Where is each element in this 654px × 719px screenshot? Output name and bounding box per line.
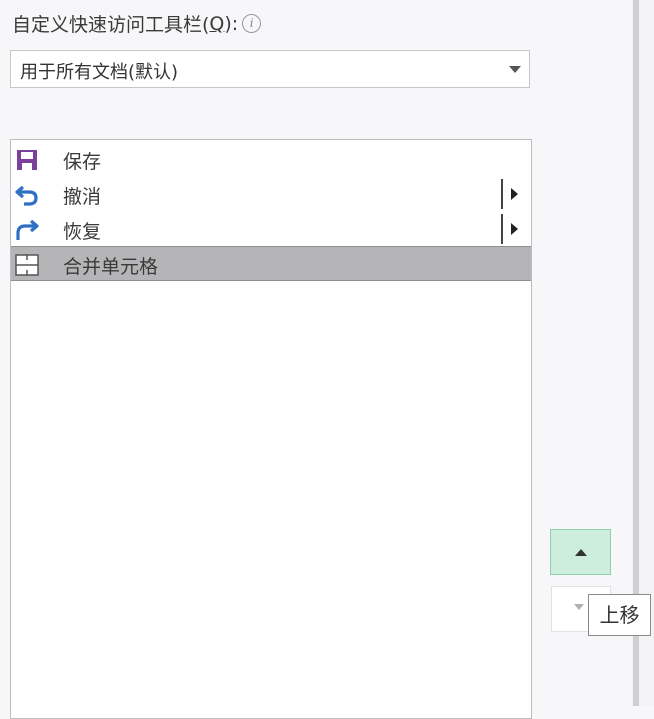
submenu-arrow-button[interactable]	[501, 214, 525, 244]
list-item-label: 保存	[63, 151, 102, 173]
qat-scope-dropdown[interactable]: 用于所有文档(默认)	[10, 50, 530, 88]
qat-heading: 自定义快速访问工具栏(Q): i	[12, 10, 262, 37]
qat-heading-accesskey: Q	[209, 12, 225, 35]
triangle-up-icon	[575, 549, 587, 556]
qat-heading-prefix: 自定义快速访问工具栏(	[12, 14, 210, 36]
list-item-save[interactable]: 保存	[11, 142, 531, 177]
triangle-right-icon	[511, 188, 518, 200]
save-icon	[17, 150, 37, 170]
merge-cells-icon	[15, 254, 39, 276]
list-item-label: 合并单元格	[63, 256, 159, 278]
list-item-redo[interactable]: 恢复	[11, 212, 531, 247]
move-up-tooltip: 上移	[588, 594, 651, 636]
info-icon[interactable]: i	[242, 14, 262, 33]
list-item-label: 撤消	[63, 186, 102, 208]
triangle-down-icon	[574, 604, 584, 610]
qat-command-list[interactable]: 保存 撤消 恢复 合并单元格	[10, 139, 532, 719]
qat-heading-suffix: ):	[224, 12, 239, 35]
move-up-button[interactable]	[550, 529, 611, 575]
qat-scope-value: 用于所有文档(默认)	[20, 62, 179, 83]
list-item-merge-cells[interactable]: 合并单元格	[11, 246, 531, 281]
list-item-undo[interactable]: 撤消	[11, 177, 531, 212]
undo-icon	[15, 185, 38, 206]
submenu-arrow-button[interactable]	[501, 179, 525, 209]
list-item-label: 恢复	[63, 221, 102, 243]
triangle-right-icon	[511, 223, 518, 235]
chevron-down-icon[interactable]	[509, 66, 521, 73]
redo-icon	[16, 219, 39, 240]
